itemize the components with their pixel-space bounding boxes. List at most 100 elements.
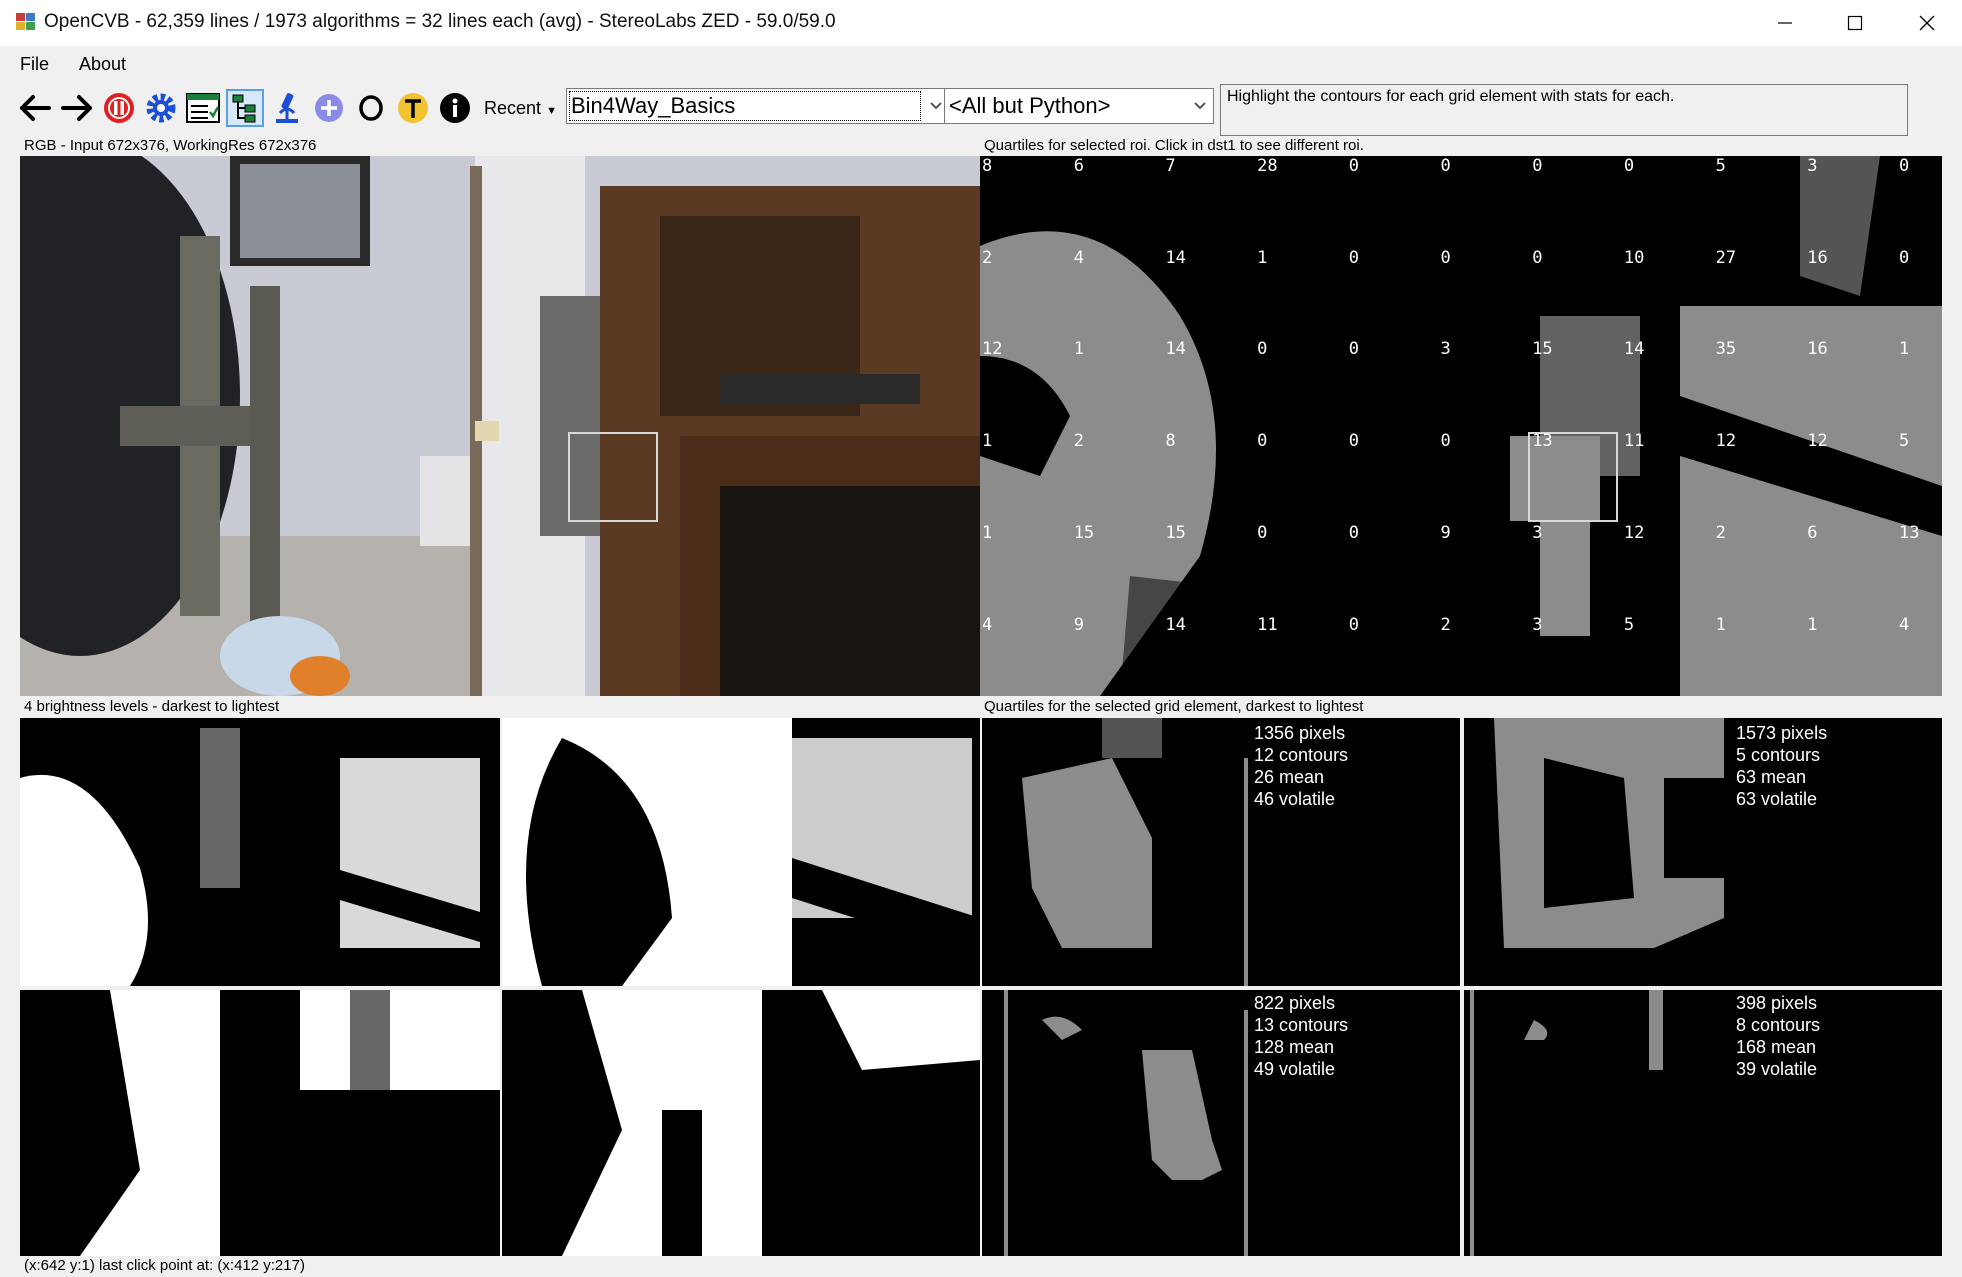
grid-quartile-1[interactable]: 1356 pixels 12 contours 26 mean 46 volat… [982,718,1460,986]
grid-cell-value: 12 [1715,431,1737,452]
stat-volatile: 63 volatile [1736,789,1818,809]
grid-cell-value: 0 [1532,156,1543,176]
minimize-button[interactable] [1750,0,1820,46]
back-arrow-icon [20,95,51,121]
grid-cell-value: 0 [1899,156,1910,176]
stat-pixels: 1356 pixels [1254,723,1346,743]
app-window: OpenCVB - 62,359 lines / 1973 algorithms… [0,0,1962,1277]
grid-cell-value: 0 [1623,156,1635,176]
brightness-level-4[interactable] [502,990,980,1256]
recent-menu[interactable]: Recent ▼ [484,98,557,119]
grid-cell-value: 4 [1899,614,1910,635]
grid-cell-value: 9 [1440,522,1451,543]
brightness-level-1-image [20,718,500,986]
grid-cell-value: 0 [1899,247,1910,268]
minimize-icon [1778,22,1792,24]
grid-cell-value: 6 [1073,156,1084,176]
close-button[interactable] [1892,0,1962,46]
group-value: <All but Python> [949,93,1111,118]
info-button[interactable] [436,89,474,127]
grid-cell-value: 15 [1532,339,1553,360]
stat-mean: 168 mean [1736,1037,1817,1057]
quartiles-roi-image[interactable]: 8 6 7 28 0 0 0 0 5 3 0 2 4 14 1 0 0 0 10 27 16 0 12 1 14 0 0 3 15 14 3… [980,156,1942,696]
stat-pixels: 398 pixels [1736,993,1818,1013]
grid-cell-value: 13 [1899,522,1920,543]
grid-quartile-4[interactable]: 398 pixels 8 contours 168 mean 39 volati… [1464,990,1942,1256]
roi-rectangle [568,432,658,522]
chevron-down-icon[interactable] [1187,89,1213,123]
grid-cell-value: 0 [1440,431,1451,452]
grid-cell-value: 14 [1165,614,1186,635]
menu-bar: File About [0,50,1962,80]
grid-cell-value: 11 [1623,431,1645,452]
stat-contours: 13 contours [1254,1015,1349,1035]
grid-quartile-2-image [1464,718,1942,986]
stat-volatile: 39 volatile [1736,1059,1818,1079]
algorithm-description: Highlight the contours for each grid ele… [1220,84,1908,136]
grid-cell-value: 14 [1623,339,1645,360]
tree-view-icon [232,94,256,123]
add-button[interactable] [310,89,348,127]
chevron-down-icon: ▼ [546,105,557,117]
grid-cell-value: 0 [1348,431,1360,452]
test-all-button[interactable] [184,89,222,127]
grid-cell-value: 27 [1715,247,1737,268]
close-icon [1919,15,1935,31]
grid-quartile-1-image [982,718,1460,986]
stat-contours: 12 contours [1254,745,1349,765]
translate-button[interactable] [394,89,432,127]
grid-cell-value: 11 [1257,614,1278,635]
grid-cell-value: 2 [1073,431,1084,452]
grid-cell-value: 1 [1807,614,1818,635]
options-button[interactable] [142,89,180,127]
description-text: Highlight the contours for each grid ele… [1227,88,1675,105]
grid-cell-value: 3 [1532,522,1543,543]
grid-cell-value: 1 [1257,247,1268,268]
pause-icon [104,93,134,123]
maximize-button[interactable] [1820,0,1890,46]
rgb-image[interactable] [20,156,980,696]
forward-button[interactable] [58,89,96,127]
stat-mean: 26 mean [1254,767,1325,787]
brightness-level-3[interactable] [20,990,500,1256]
grid-cell-value: 0 [1348,247,1360,268]
grid-cell-value: 3 [1807,156,1818,176]
grid-cell-value: 8 [982,156,993,176]
grid-cell-value: 0 [1257,522,1268,543]
tree-view-button[interactable] [226,89,264,127]
grid-cell-value: 16 [1807,247,1828,268]
brightness-level-3-image [20,990,500,1256]
pause-button[interactable] [100,89,138,127]
opengl-icon [359,95,383,121]
menu-file[interactable]: File [10,50,59,80]
grid-cell-value: 15 [1073,522,1095,543]
grid-cell-value: 0 [1348,156,1360,176]
grid-cell-value: 5 [1899,431,1910,452]
menu-about[interactable]: About [69,50,136,80]
brightness-level-1[interactable] [20,718,500,986]
grid-cell-value: 12 [1623,522,1645,543]
stat-volatile: 46 volatile [1254,789,1336,809]
grid-cell-value: 4 [982,614,993,635]
back-button[interactable] [16,89,54,127]
brightness-level-2[interactable] [502,718,980,986]
plus-circle-icon [315,94,343,122]
grid-quartile-3[interactable]: 822 pixels 13 contours 128 mean 49 volat… [982,990,1460,1256]
grid-cell-value: 2 [1715,522,1726,543]
grid-cell-value: 4 [1073,247,1084,268]
algorithm-select[interactable]: Bin4Way_Basics [566,88,950,124]
group-select[interactable]: <All but Python> [944,88,1214,124]
grid-cell-value: 1 [1899,339,1910,360]
pixel-viewer-button[interactable] [268,89,306,127]
app-icon [16,13,35,30]
grid-cell-value: 12 [1807,431,1828,452]
grid-cell-value: 7 [1165,156,1176,176]
grid-quartile-2[interactable]: 1573 pixels 5 contours 63 mean 63 volati… [1464,718,1942,986]
grid-cell-value: 1 [1715,614,1726,635]
test-all-icon [186,93,220,123]
status-bar: (x:642 y:1) last click point at: (x:412 … [24,1257,305,1274]
info-icon [440,93,470,123]
opengl-button[interactable] [352,89,390,127]
grid-cell-value: 8 [1165,431,1176,452]
grid-cell-value: 0 [1257,339,1268,360]
